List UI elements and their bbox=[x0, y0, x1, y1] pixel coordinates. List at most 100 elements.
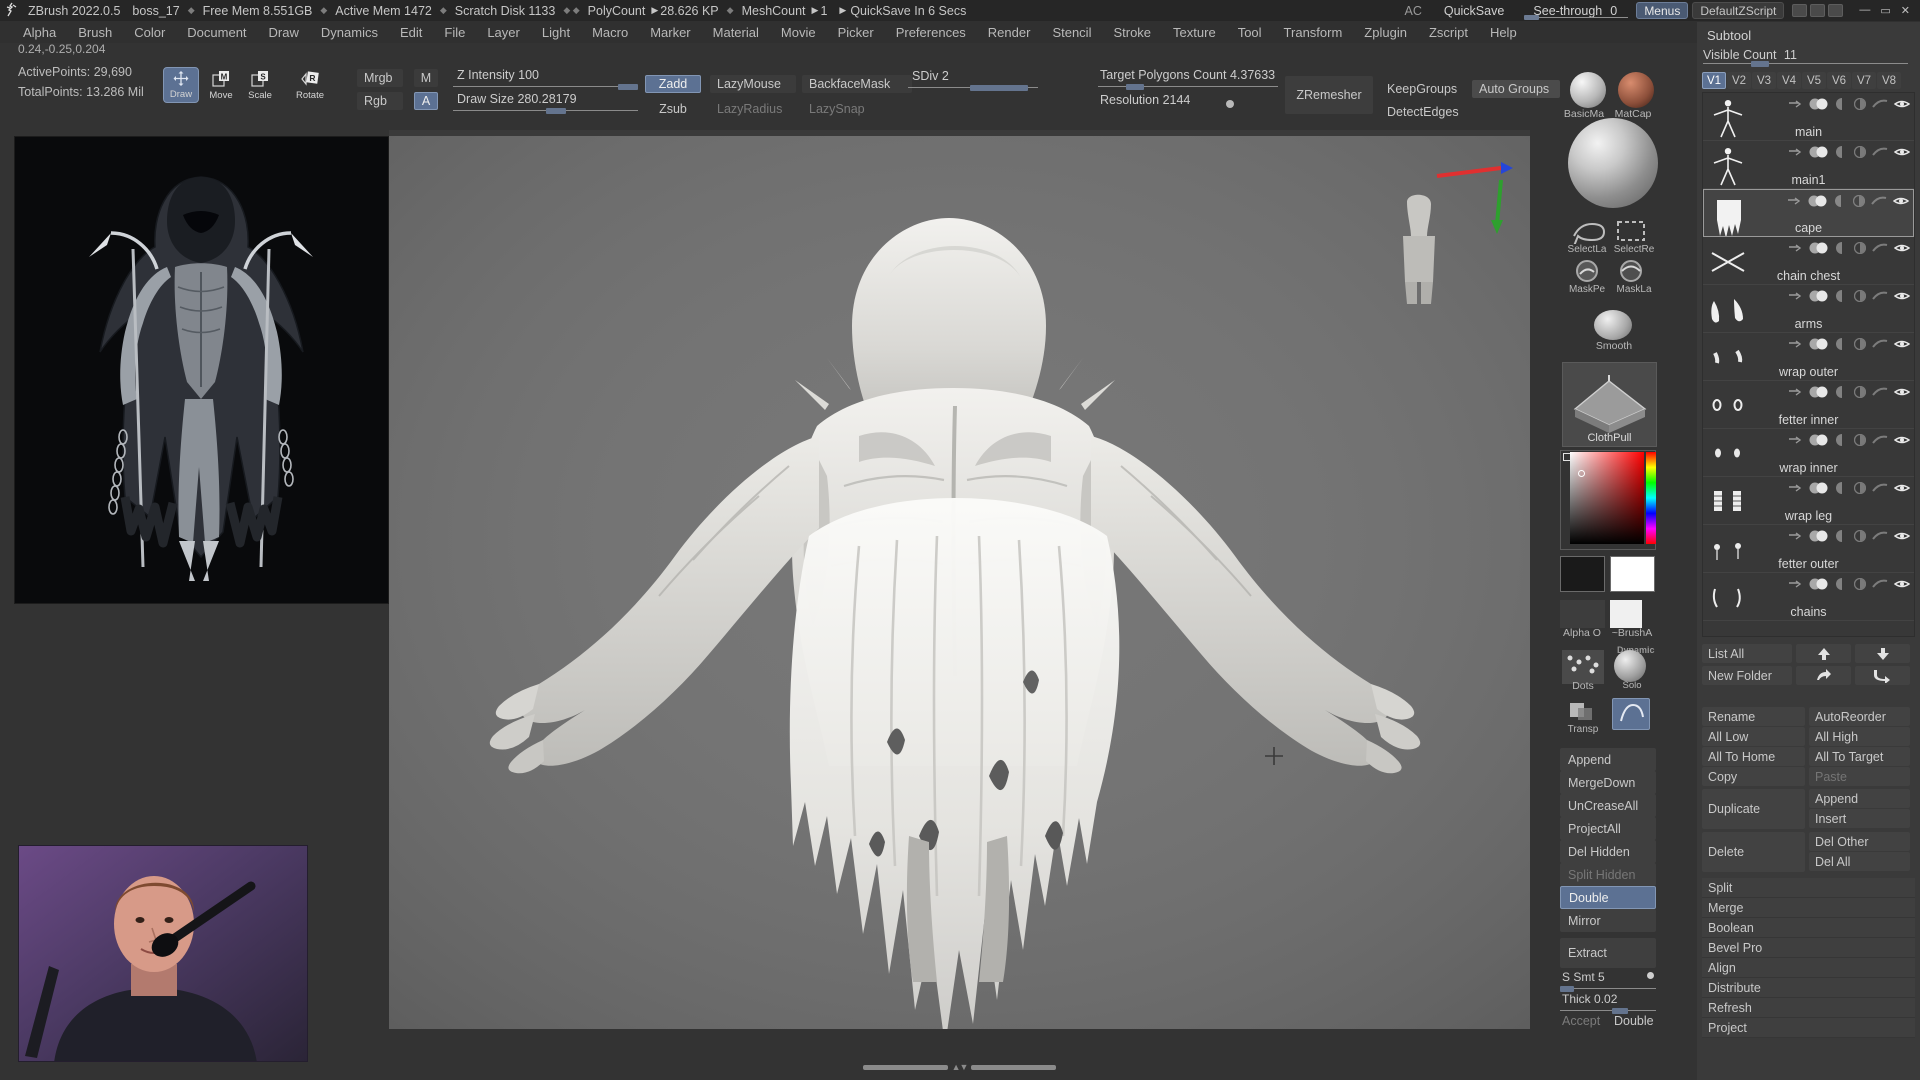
half-moon-icon[interactable] bbox=[1836, 241, 1848, 259]
menu-item-layer[interactable]: Layer bbox=[476, 21, 531, 43]
brush-stroke-icon[interactable] bbox=[1872, 529, 1888, 547]
visible-count-slider[interactable]: Visible Count 11 bbox=[1703, 48, 1908, 68]
s-smt-slider[interactable]: S Smt 5 bbox=[1560, 970, 1656, 994]
del-other-button[interactable]: Del Other bbox=[1809, 832, 1910, 851]
slider-knob[interactable] bbox=[970, 85, 1028, 91]
polypaint-arrow-icon[interactable] bbox=[1788, 145, 1802, 163]
mirror-button[interactable]: Mirror bbox=[1560, 909, 1656, 932]
menu-item-macro[interactable]: Macro bbox=[581, 21, 639, 43]
half-moon-icon[interactable] bbox=[1836, 337, 1848, 355]
paste-button[interactable]: Paste bbox=[1809, 767, 1910, 786]
menu-item-dynamics[interactable]: Dynamics bbox=[310, 21, 389, 43]
select-lasso-icon[interactable] bbox=[1568, 218, 1606, 247]
smooth-brush-icon[interactable] bbox=[1594, 310, 1632, 340]
menu-item-zplugin[interactable]: Zplugin bbox=[1353, 21, 1418, 43]
view-tab-v2[interactable]: V2 bbox=[1727, 72, 1751, 89]
all-low-button[interactable]: All Low bbox=[1702, 727, 1805, 746]
del-all-button[interactable]: Del All bbox=[1809, 852, 1910, 871]
minimize-icon[interactable]: ― bbox=[1859, 4, 1870, 17]
menu-item-movie[interactable]: Movie bbox=[770, 21, 827, 43]
mrgb-button[interactable]: Mrgb bbox=[357, 69, 403, 87]
primary-color-swatch[interactable] bbox=[1610, 556, 1655, 592]
half-moon-icon[interactable] bbox=[1836, 529, 1848, 547]
mask-lasso-icon[interactable] bbox=[1612, 258, 1650, 284]
subtool-row[interactable]: wrap outer bbox=[1703, 333, 1914, 381]
half-moon-icon[interactable] bbox=[1836, 289, 1848, 307]
menu-item-help[interactable]: Help bbox=[1479, 21, 1528, 43]
eye-visibility-icon[interactable] bbox=[1893, 97, 1911, 115]
menu-item-brush[interactable]: Brush bbox=[67, 21, 123, 43]
subtool-menu-distribute[interactable]: Distribute bbox=[1702, 978, 1915, 998]
menu-item-draw[interactable]: Draw bbox=[258, 21, 310, 43]
subtool-row[interactable]: main1 bbox=[1703, 141, 1914, 189]
eye-visibility-icon[interactable] bbox=[1893, 337, 1911, 355]
menu-item-light[interactable]: Light bbox=[531, 21, 581, 43]
auto-groups-button[interactable]: Auto Groups bbox=[1472, 80, 1560, 98]
view-tab-v8[interactable]: V8 bbox=[1877, 72, 1901, 89]
close-icon[interactable]: ✕ bbox=[1901, 4, 1910, 17]
view-tab-v4[interactable]: V4 bbox=[1777, 72, 1801, 89]
keep-groups-button[interactable]: KeepGroups bbox=[1380, 80, 1464, 98]
slider-knob[interactable] bbox=[618, 84, 638, 90]
half-moon-icon[interactable] bbox=[1836, 577, 1848, 595]
m-button[interactable]: M bbox=[414, 69, 438, 87]
all-high-button[interactable]: All High bbox=[1809, 727, 1910, 746]
subtool-menu-merge[interactable]: Merge bbox=[1702, 898, 1915, 918]
circle-split-icon[interactable] bbox=[1852, 194, 1866, 212]
subtool-menu-bevel-pro[interactable]: Bevel Pro bbox=[1702, 938, 1915, 958]
half-moon-icon[interactable] bbox=[1836, 433, 1848, 451]
duplicate-button[interactable]: Duplicate bbox=[1702, 789, 1805, 829]
slider-knob[interactable] bbox=[1524, 15, 1540, 20]
brush-alpha-slot[interactable] bbox=[1610, 600, 1642, 628]
menus-button[interactable]: Menus bbox=[1636, 2, 1689, 19]
eye-visibility-icon[interactable] bbox=[1893, 481, 1911, 499]
thick-slider[interactable]: Thick 0.02 bbox=[1560, 992, 1656, 1016]
matcap-material-ball[interactable] bbox=[1618, 72, 1654, 108]
all-to-home-button[interactable]: All To Home bbox=[1702, 747, 1805, 766]
visibility-toggle-icon[interactable] bbox=[1808, 481, 1830, 499]
polypaint-arrow-icon[interactable] bbox=[1788, 529, 1802, 547]
color-field[interactable] bbox=[1570, 452, 1644, 544]
brush-stroke-icon[interactable] bbox=[1872, 145, 1888, 163]
menu-item-edit[interactable]: Edit bbox=[389, 21, 433, 43]
polypaint-arrow-icon[interactable] bbox=[1788, 97, 1802, 115]
append-button[interactable]: Append bbox=[1560, 748, 1656, 771]
eye-visibility-icon[interactable] bbox=[1893, 433, 1911, 451]
subtool-row[interactable]: chains bbox=[1703, 573, 1914, 621]
extract-button[interactable]: Extract bbox=[1560, 938, 1656, 968]
stroke-dots-slot[interactable] bbox=[1562, 650, 1604, 684]
new-folder-button[interactable]: New Folder bbox=[1702, 666, 1792, 685]
menu-item-document[interactable]: Document bbox=[176, 21, 257, 43]
view-tab-v3[interactable]: V3 bbox=[1752, 72, 1776, 89]
visibility-toggle-icon[interactable] bbox=[1808, 529, 1830, 547]
circle-split-icon[interactable] bbox=[1853, 529, 1867, 547]
polypaint-arrow-icon[interactable] bbox=[1788, 577, 1802, 595]
polypaint-arrow-icon[interactable] bbox=[1788, 289, 1802, 307]
subtool-row[interactable]: arms bbox=[1703, 285, 1914, 333]
secondary-color-swatch[interactable] bbox=[1560, 556, 1605, 592]
ac-toggle[interactable]: AC bbox=[1394, 4, 1431, 18]
append-button[interactable]: Append bbox=[1809, 789, 1910, 808]
menu-item-picker[interactable]: Picker bbox=[827, 21, 885, 43]
auto-reorder-button[interactable]: AutoReorder bbox=[1809, 707, 1910, 726]
brush-stroke-icon[interactable] bbox=[1871, 194, 1887, 212]
menu-item-zscript[interactable]: Zscript bbox=[1418, 21, 1479, 43]
circle-split-icon[interactable] bbox=[1853, 577, 1867, 595]
menu-item-transform[interactable]: Transform bbox=[1273, 21, 1354, 43]
lazy-radius-slider[interactable]: LazyRadius bbox=[710, 100, 796, 118]
view-tab-v6[interactable]: V6 bbox=[1827, 72, 1851, 89]
polypaint-arrow-icon[interactable] bbox=[1788, 337, 1802, 355]
circle-split-icon[interactable] bbox=[1853, 433, 1867, 451]
polypaint-arrow-icon[interactable] bbox=[1788, 481, 1802, 499]
default-zscript-button[interactable]: DefaultZScript bbox=[1692, 2, 1785, 19]
circle-split-icon[interactable] bbox=[1853, 145, 1867, 163]
triangle-up-down-icon[interactable]: ▲▼ bbox=[952, 1062, 969, 1072]
basic-material-ball[interactable] bbox=[1570, 72, 1606, 108]
mask-pen-icon[interactable] bbox=[1568, 258, 1606, 284]
subtool-row[interactable]: cape bbox=[1703, 189, 1914, 238]
brush-stroke-icon[interactable] bbox=[1872, 385, 1888, 403]
delete-button[interactable]: Delete bbox=[1702, 832, 1805, 872]
menu-item-preferences[interactable]: Preferences bbox=[885, 21, 977, 43]
slider-knob[interactable] bbox=[1126, 84, 1144, 90]
polypaint-arrow-icon[interactable] bbox=[1788, 385, 1802, 403]
